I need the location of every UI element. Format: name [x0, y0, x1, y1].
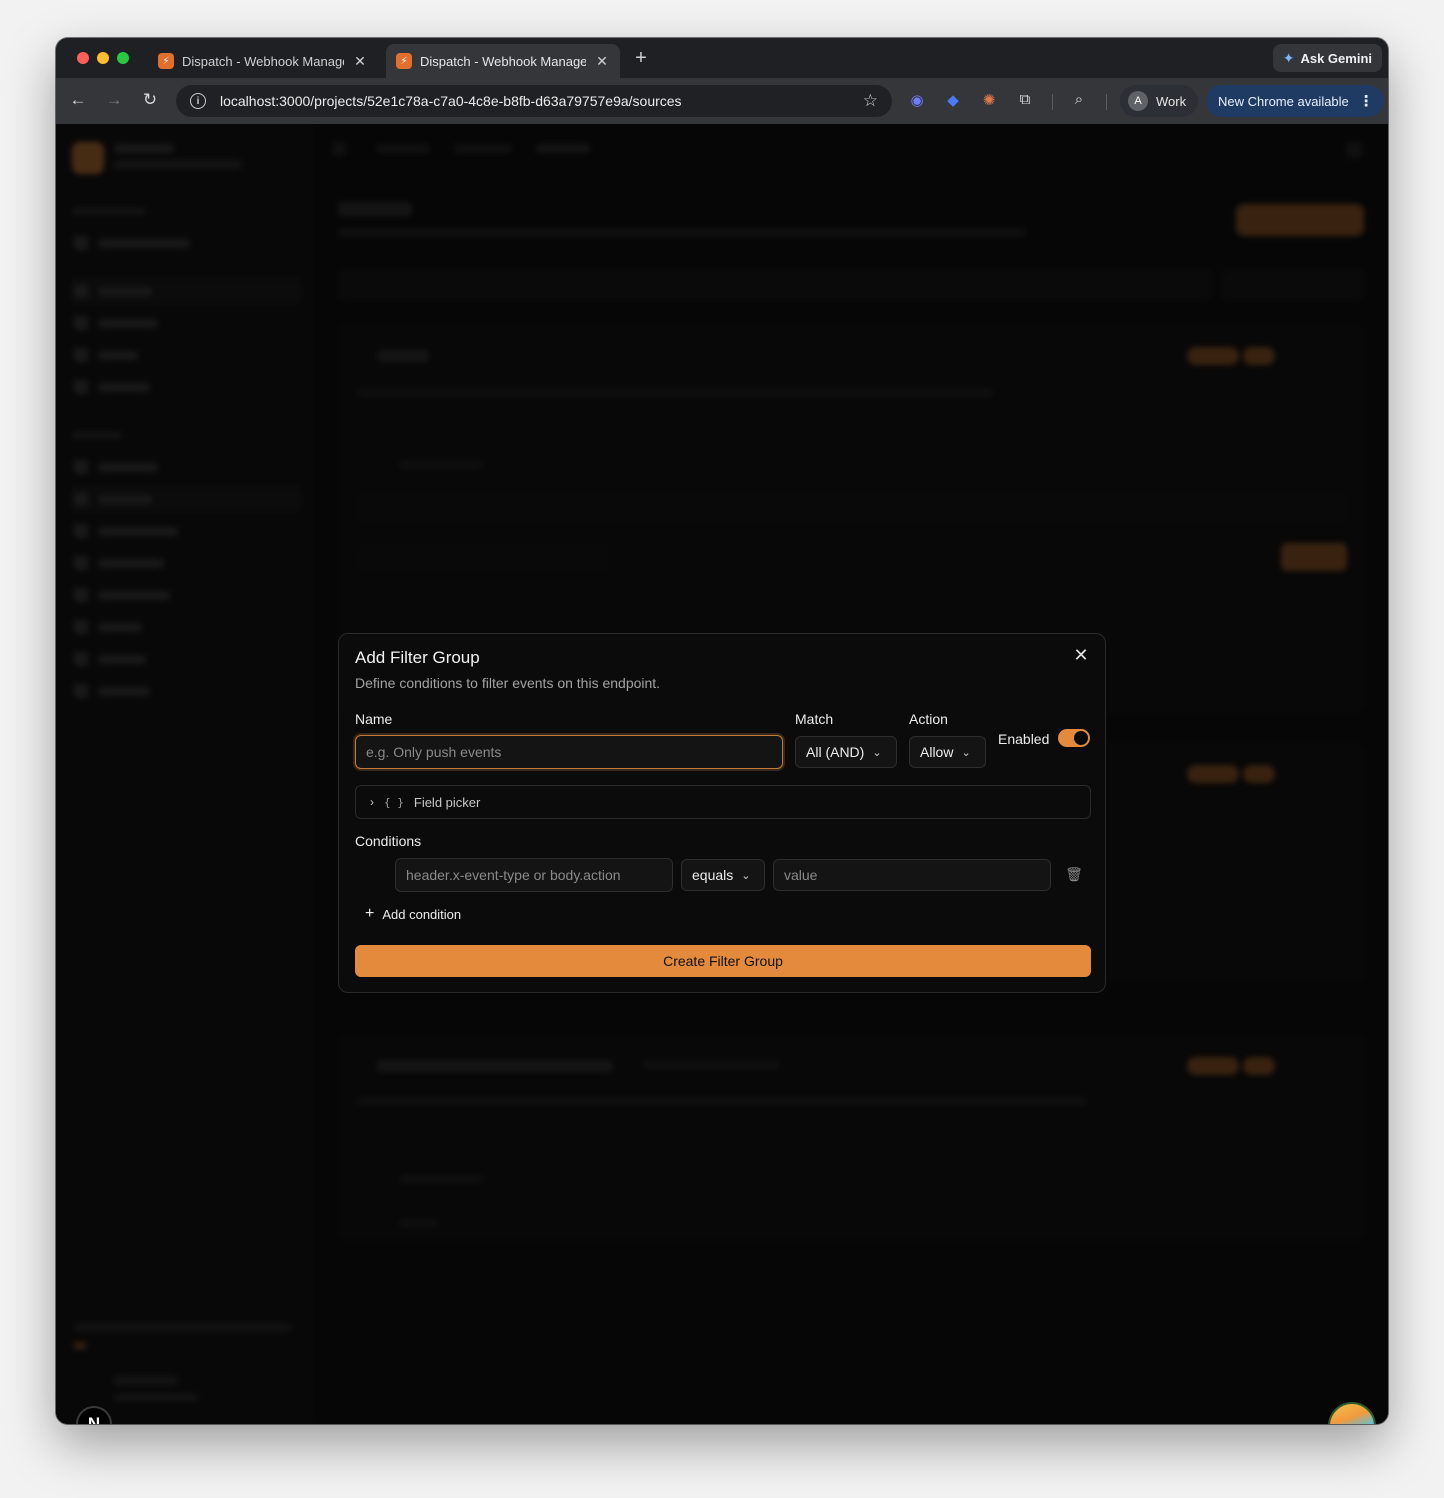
plus-icon: + [365, 905, 375, 922]
chevron-down-icon: ⌄ [961, 746, 971, 759]
browser-tab-1[interactable]: ⚡ Dispatch - Webhook Manager ✕ [148, 44, 378, 78]
ask-gemini-button[interactable]: ✦ Ask Gemini [1272, 44, 1382, 72]
enabled-toggle[interactable] [1058, 729, 1090, 747]
dispatch-favicon-icon: ⚡ [396, 53, 412, 69]
forward-icon[interactable]: → [103, 90, 125, 110]
maximize-window-button[interactable] [117, 52, 129, 64]
extension-tag-icon[interactable]: ◆ [943, 91, 963, 109]
minimize-window-button[interactable] [97, 52, 109, 64]
profile-name: Work [1156, 93, 1187, 109]
create-filter-group-button[interactable]: Create Filter Group [355, 945, 1091, 977]
reload-icon[interactable]: ↻ [139, 90, 161, 110]
condition-field-input[interactable] [395, 858, 673, 892]
chevron-down-icon: ⌄ [872, 746, 882, 759]
chevron-down-icon: ⌄ [741, 869, 751, 882]
tab-title: Dispatch - Webhook Manager [420, 53, 586, 69]
action-label: Action [909, 711, 948, 727]
extension-claude-icon[interactable]: ✺ [979, 91, 999, 109]
operator-value: equals [692, 867, 734, 883]
toggle-knob [1074, 731, 1088, 745]
field-picker-label: Field picker [413, 794, 481, 810]
gemini-sparkle-icon: ✦ [1282, 49, 1295, 66]
condition-operator-select[interactable]: equals ⌄ [681, 859, 765, 891]
filter-name-input[interactable] [355, 735, 783, 769]
match-label: Match [795, 711, 834, 727]
dialog-title: Add Filter Group [355, 648, 480, 667]
bookmark-star-icon[interactable]: ☆ [863, 91, 878, 111]
profile-button[interactable]: A Work [1120, 85, 1199, 117]
browser-tab-2[interactable]: ⚡ Dispatch - Webhook Manager ✕ [386, 44, 620, 78]
browser-window: ⚡ Dispatch - Webhook Manager ✕ ⚡ Dispatc… [56, 38, 1388, 1424]
toolbar-divider [1052, 94, 1053, 110]
condition-value-input[interactable] [773, 859, 1051, 891]
toolbar-divider [1106, 94, 1107, 110]
extension-broadcast-icon[interactable]: ◉ [907, 91, 927, 109]
tab-search-icon[interactable]: ⌕ [1069, 91, 1089, 108]
chevron-right-icon: › [370, 795, 374, 809]
add-condition-button[interactable]: + Add condition [365, 905, 461, 923]
match-select[interactable]: All (AND) ⌄ [795, 736, 897, 768]
action-value: Allow [920, 744, 954, 760]
dialog-description: Define conditions to filter events on th… [355, 675, 661, 691]
extensions-puzzle-icon[interactable]: ⧉ [1015, 91, 1035, 108]
new-tab-icon[interactable]: + [630, 47, 652, 70]
tab-title: Dispatch - Webhook Manager [182, 53, 344, 69]
kebab-menu-icon[interactable]: ⋮ [1359, 92, 1374, 110]
close-tab-icon[interactable]: ✕ [352, 53, 368, 70]
back-icon[interactable]: ← [67, 90, 89, 110]
profile-avatar: A [1128, 91, 1148, 111]
name-label: Name [355, 711, 393, 727]
url-text[interactable]: localhost:3000/projects/52e1c78a-c7a0-4c… [220, 93, 682, 109]
ask-gemini-label: Ask Gemini [1300, 50, 1372, 66]
enabled-label: Enabled [998, 731, 1050, 747]
action-select[interactable]: Allow ⌄ [909, 736, 986, 768]
update-label: New Chrome available [1218, 93, 1349, 109]
conditions-label: Conditions [355, 833, 422, 849]
add-condition-label: Add condition [382, 906, 462, 922]
braces-icon: { } [384, 795, 404, 809]
site-info-icon[interactable]: i [190, 93, 206, 109]
add-filter-group-dialog: Add Filter Group Define conditions to fi… [338, 633, 1106, 993]
close-tab-icon[interactable]: ✕ [594, 53, 610, 70]
browser-toolbar: ← → ↻ i localhost:3000/projects/52e1c78a… [56, 78, 1388, 124]
tab-strip: ⚡ Dispatch - Webhook Manager ✕ ⚡ Dispatc… [56, 38, 1388, 78]
address-bar[interactable]: i localhost:3000/projects/52e1c78a-c7a0-… [176, 85, 892, 117]
dispatch-favicon-icon: ⚡ [158, 53, 174, 69]
field-picker-collapsible[interactable]: › { } Field picker [355, 785, 1091, 819]
match-value: All (AND) [806, 744, 865, 760]
close-icon[interactable]: ✕ [1071, 645, 1091, 666]
chrome-update-button[interactable]: New Chrome available ⋮ [1206, 85, 1384, 117]
page-viewport: N Add Filter Group Define conditions to … [56, 124, 1388, 1424]
close-window-button[interactable] [77, 52, 89, 64]
delete-condition-trash-icon[interactable]: 🗑 [1065, 866, 1083, 883]
